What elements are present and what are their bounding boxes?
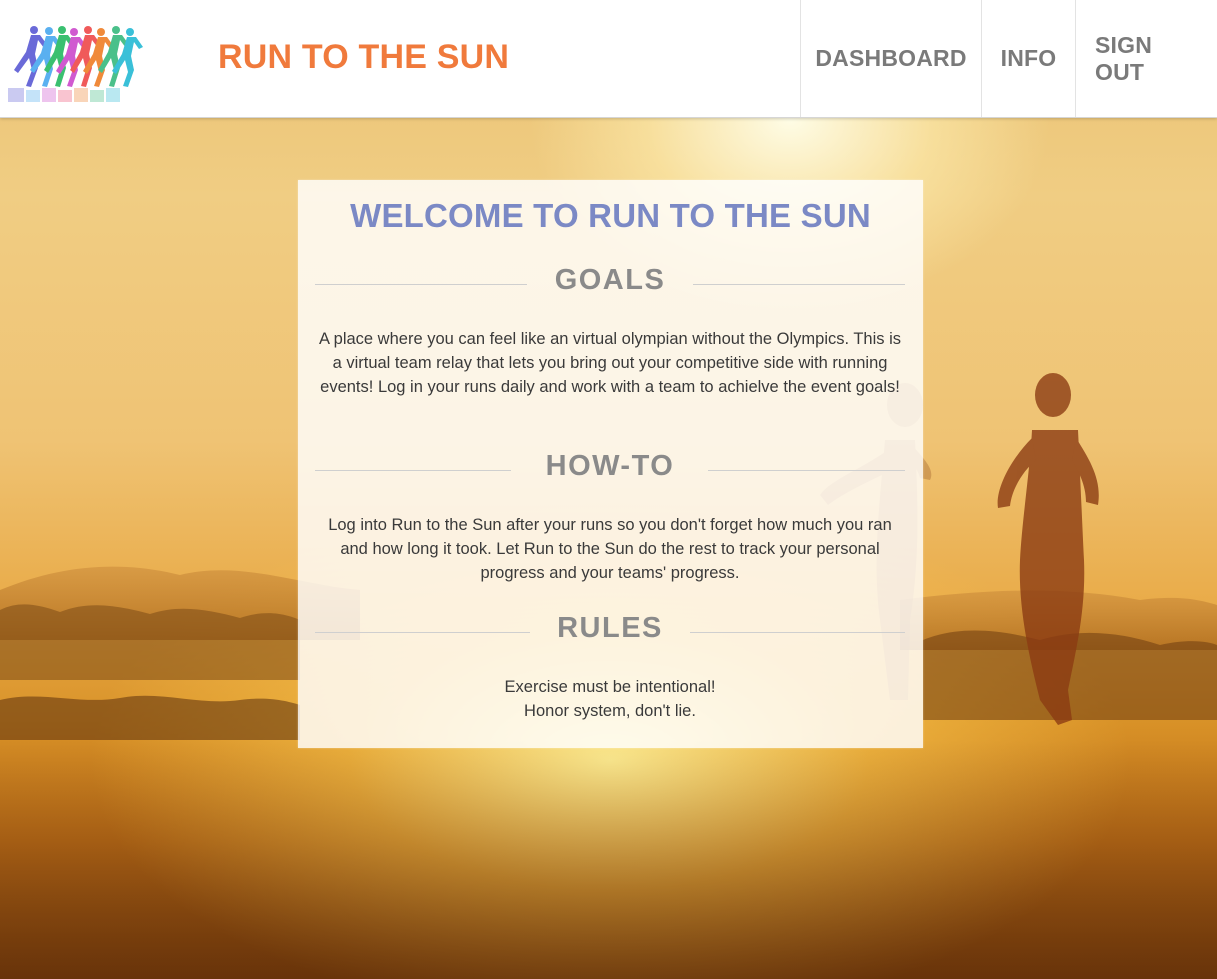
welcome-panel: WELCOME TO RUN TO THE SUN GOALS A place … xyxy=(298,180,923,748)
nav-sign-out-link[interactable]: SIGN OUT xyxy=(1075,0,1217,117)
runners-logo-graphic xyxy=(8,26,143,102)
colorful-runners-logo-icon[interactable] xyxy=(4,18,144,108)
howto-heading-row: HOW-TO xyxy=(315,450,905,490)
rules-heading: RULES xyxy=(557,612,663,644)
nav-info-link[interactable]: INFO xyxy=(981,0,1075,117)
brand-title-link[interactable]: RUN TO THE SUN xyxy=(218,38,509,77)
goals-heading: GOALS xyxy=(554,264,666,296)
howto-heading: HOW-TO xyxy=(545,450,675,482)
goals-heading-row: GOALS xyxy=(315,264,905,304)
rules-line: Honor system, don't lie. xyxy=(524,702,696,720)
rules-text: Exercise must be intentional! Honor syst… xyxy=(315,675,905,723)
top-navbar: RUN TO THE SUN DASHBOARD INFO SIGN OUT xyxy=(0,0,1217,118)
rules-heading-row: RULES xyxy=(315,612,905,652)
main-nav: DASHBOARD INFO SIGN OUT xyxy=(800,0,1217,117)
nav-dashboard-link[interactable]: DASHBOARD xyxy=(800,0,981,117)
rules-line: Exercise must be intentional! xyxy=(504,678,716,696)
howto-text: Log into Run to the Sun after your runs … xyxy=(328,516,892,582)
welcome-title: WELCOME TO RUN TO THE SUN xyxy=(350,197,871,234)
goals-text: A place where you can feel like an virtu… xyxy=(318,330,902,396)
